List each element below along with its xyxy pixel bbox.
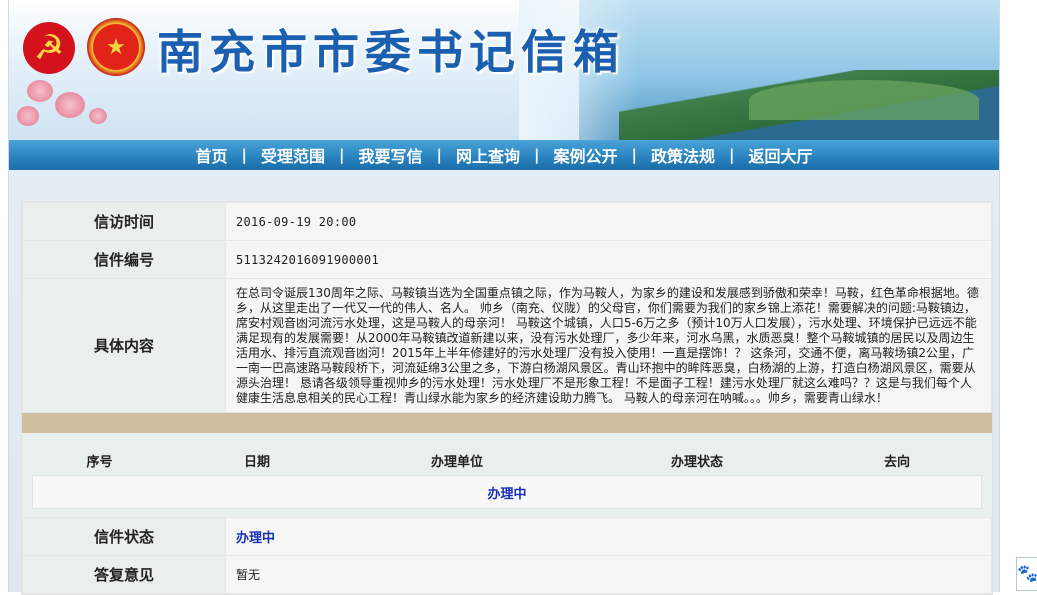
col-date: 日期 <box>243 454 270 470</box>
status-value: 办理中 <box>236 531 276 546</box>
nav-write-letter[interactable]: 我要写信 <box>344 143 436 167</box>
time-label: 信访时间 <box>22 202 226 241</box>
nav-scope[interactable]: 受理范围 <box>247 143 339 167</box>
nav-cases[interactable]: 案例公开 <box>539 143 631 167</box>
header-banner: ☭ ★ 南充市市委书记信箱 <box>9 0 999 140</box>
row-content: 具体内容 在总司令诞辰130周年之际、马鞍镇当选为全国重点镇之际，作为马鞍人，为… <box>22 278 992 413</box>
banner-hill <box>749 80 979 120</box>
col-destination: 去向 <box>883 454 910 470</box>
row-time: 信访时间 2016-09-19 20:00 <box>22 202 992 241</box>
row-number: 信件编号 5113242016091900001 <box>22 240 992 279</box>
paw-icon[interactable]: 🐾 <box>1016 557 1037 591</box>
row-reply: 答复意见 暂无 <box>22 555 992 594</box>
nav-policies[interactable]: 政策法规 <box>637 143 729 167</box>
col-seq: 序号 <box>86 454 113 470</box>
letter-detail: 信访时间 2016-09-19 20:00 信件编号 5113242016091… <box>21 201 993 595</box>
status-label: 信件状态 <box>22 517 226 556</box>
nav-back-hall[interactable]: 返回大厅 <box>734 143 826 167</box>
col-status: 办理状态 <box>670 454 723 470</box>
process-status-text: 办理中 <box>487 486 527 502</box>
status-table: 信件状态 办理中 答复意见 暂无 <box>22 517 992 594</box>
content-label: 具体内容 <box>22 278 226 413</box>
number-label: 信件编号 <box>22 240 226 279</box>
time-value: 2016-09-19 20:00 <box>225 202 992 241</box>
site-title: 南充市市委书记信箱 <box>157 25 625 79</box>
page-container: ☭ ★ 南充市市委书记信箱 首页 | 受理范围 | 我要写信 | 网上查询 | … <box>8 0 1000 595</box>
process-table-header: 序号 日期 办理单位 办理状态 去向 <box>32 445 982 475</box>
reply-value: 暂无 <box>225 555 992 594</box>
nav-online-query[interactable]: 网上查询 <box>442 143 534 167</box>
party-emblem-icon: ☭ <box>23 22 75 74</box>
process-status-row: 办理中 <box>32 475 982 509</box>
number-value: 5113242016091900001 <box>225 240 992 279</box>
col-unit: 办理单位 <box>430 454 483 470</box>
nav-home[interactable]: 首页 <box>181 143 241 167</box>
national-emblem-icon: ★ <box>87 18 145 76</box>
status-cell: 办理中 <box>225 517 992 556</box>
section-divider <box>22 413 992 433</box>
reply-label: 答复意见 <box>22 555 226 594</box>
row-status: 信件状态 办理中 <box>22 517 992 556</box>
main-nav: 首页 | 受理范围 | 我要写信 | 网上查询 | 案例公开 | 政策法规 | … <box>9 140 999 170</box>
content-value: 在总司令诞辰130周年之际、马鞍镇当选为全国重点镇之际，作为马鞍人，为家乡的建设… <box>225 278 992 413</box>
flower-decoration <box>9 72 139 138</box>
letter-info-table: 信访时间 2016-09-19 20:00 信件编号 5113242016091… <box>22 202 992 413</box>
process-section: 序号 日期 办理单位 办理状态 去向 办理中 <box>22 433 992 517</box>
